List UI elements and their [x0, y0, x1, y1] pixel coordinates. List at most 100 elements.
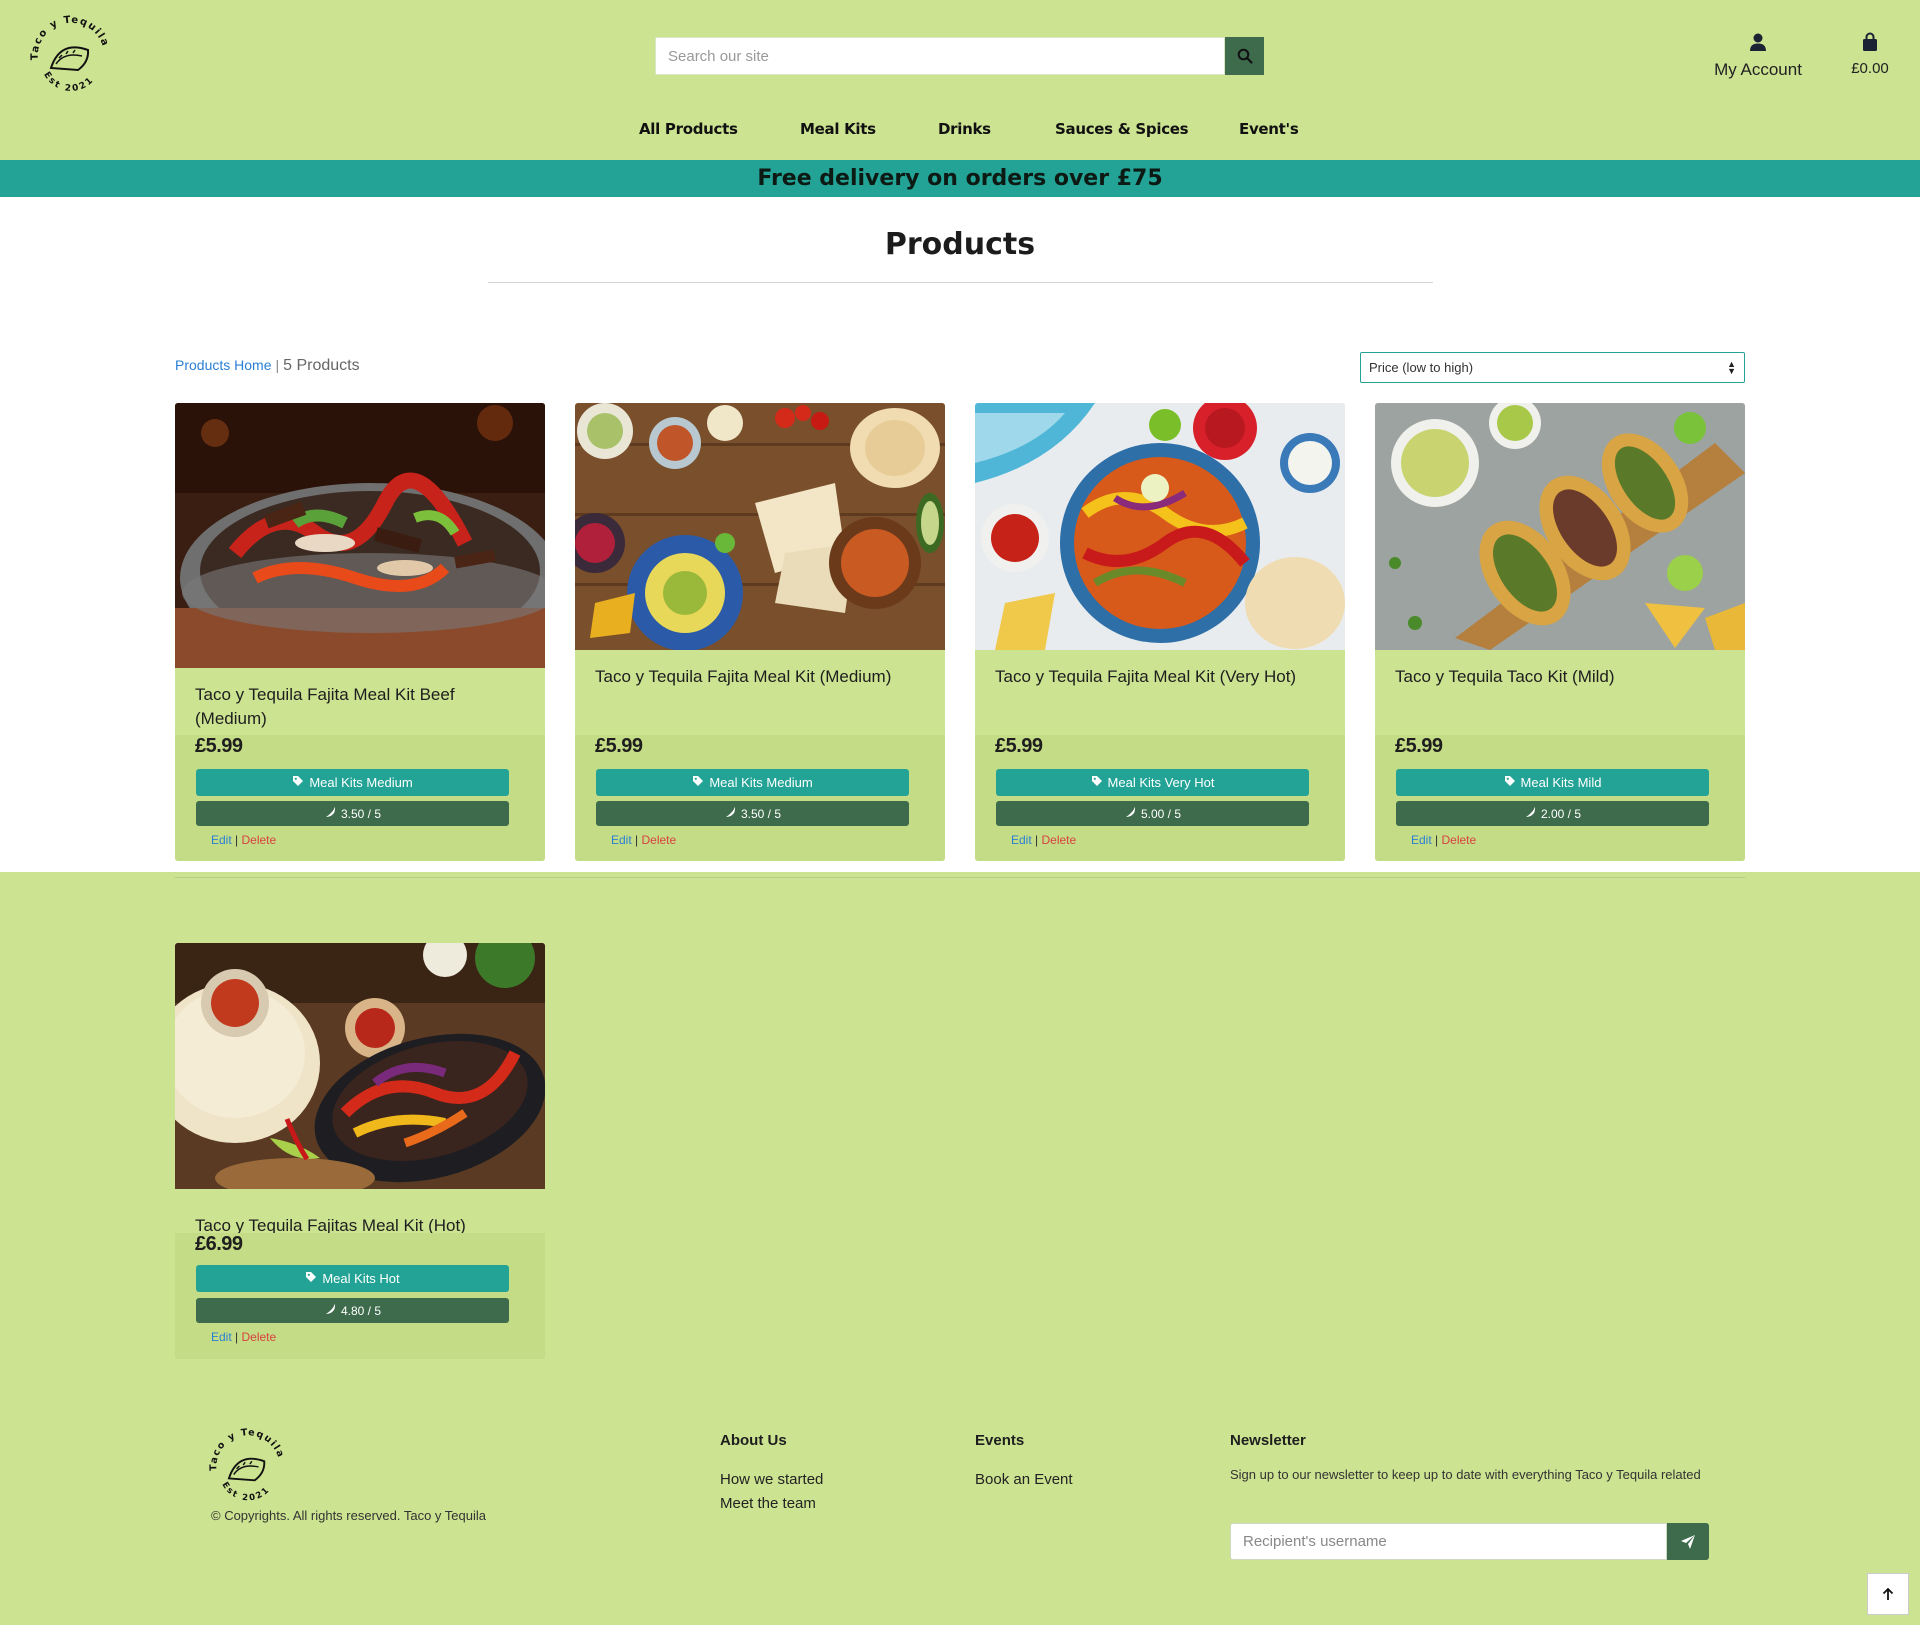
- page-title: Products: [884, 227, 1036, 262]
- category-badge[interactable]: Meal Kits Mild: [1396, 769, 1709, 796]
- delete-link[interactable]: Delete: [1442, 833, 1477, 847]
- copyright-text: © Copyrights. All rights reserved. Taco …: [211, 1508, 487, 1523]
- product-card[interactable]: Taco y Tequila Fajita Meal Kit (Medium) …: [575, 403, 945, 861]
- delete-link[interactable]: Delete: [642, 833, 677, 847]
- product-name[interactable]: Taco y Tequila Fajita Meal Kit Beef (Med…: [195, 683, 525, 731]
- product-count: 5 Products: [283, 357, 360, 374]
- nav-events[interactable]: Event's: [1239, 120, 1299, 138]
- product-image[interactable]: [975, 403, 1345, 650]
- nav-drinks[interactable]: Drinks: [938, 120, 991, 138]
- events-heading: Events: [975, 1432, 1025, 1449]
- product-card[interactable]: Taco y Tequila Fajita Meal Kit Beef (Med…: [175, 403, 545, 861]
- delete-link[interactable]: Delete: [242, 1330, 277, 1344]
- category-badge[interactable]: Meal Kits Hot: [196, 1265, 509, 1292]
- newsletter-submit-button[interactable]: [1667, 1523, 1709, 1560]
- product-image[interactable]: [1375, 403, 1745, 650]
- tag-icon: [305, 1271, 317, 1286]
- edit-link[interactable]: Edit: [211, 833, 232, 847]
- search-button[interactable]: [1225, 37, 1264, 75]
- admin-separator: |: [235, 833, 239, 847]
- cart-link[interactable]: £0.00: [1840, 32, 1900, 77]
- product-card-footer: £5.99 Meal Kits Very Hot 5.00 / 5 Edit |…: [975, 735, 1345, 861]
- cart-total: £0.00: [1851, 60, 1889, 77]
- sort-select[interactable]: Price (low to high) ▲ ▼: [1360, 352, 1745, 383]
- product-image[interactable]: [575, 403, 945, 650]
- paper-plane-icon: [1681, 1534, 1695, 1549]
- admin-separator: |: [635, 833, 639, 847]
- category-label: Meal Kits Mild: [1520, 775, 1602, 790]
- my-account-link[interactable]: My Account: [1700, 32, 1816, 80]
- edit-link[interactable]: Edit: [611, 833, 632, 847]
- site-header: Taco y Tequila Est 2021 My Account £0.00: [0, 0, 1920, 160]
- shopping-bag-icon: [1863, 32, 1877, 51]
- edit-link[interactable]: Edit: [211, 1330, 232, 1344]
- svg-text:Taco y Tequila: Taco y Tequila: [30, 15, 111, 61]
- search-icon: [1237, 48, 1253, 64]
- book-an-event-link[interactable]: Book an Event: [975, 1471, 1073, 1488]
- product-card[interactable]: Taco y Tequila Taco Kit (Mild) £5.99 Mea…: [1375, 403, 1745, 861]
- rating-value: 3.50 / 5: [740, 806, 782, 821]
- product-price: £5.99: [195, 735, 243, 757]
- rating-badge: 5.00 / 5: [996, 801, 1309, 826]
- product-card[interactable]: Taco y Tequila Fajitas Meal Kit (Hot) £6…: [175, 943, 545, 1359]
- sort-arrows-icon: ▲ ▼: [1727, 358, 1736, 376]
- rating-badge: 3.50 / 5: [596, 801, 909, 826]
- svg-text:Est 2021: Est 2021: [220, 1480, 273, 1503]
- product-price: £5.99: [1395, 735, 1443, 757]
- taco-logo[interactable]: Taco y Tequila Est 2021: [26, 12, 116, 98]
- nav-sauces-spices[interactable]: Sauces & Spices: [1055, 120, 1189, 138]
- svg-text:Est 2021: Est 2021: [41, 70, 96, 94]
- products-home-link[interactable]: Products Home: [175, 357, 271, 373]
- rating-value: 2.00 / 5: [1540, 806, 1582, 821]
- logo-text-top: Taco y Tequila: [30, 15, 110, 61]
- delete-link[interactable]: Delete: [1042, 833, 1077, 847]
- category-label: Meal Kits Medium: [709, 775, 813, 790]
- edit-link[interactable]: Edit: [1411, 833, 1432, 847]
- category-badge[interactable]: Meal Kits Very Hot: [996, 769, 1309, 796]
- newsletter-heading: Newsletter: [1230, 1432, 1306, 1449]
- rating-value: 5.00 / 5: [1140, 806, 1182, 821]
- category-badge[interactable]: Meal Kits Medium: [196, 769, 509, 796]
- category-badge[interactable]: Meal Kits Medium: [596, 769, 909, 796]
- product-price: £5.99: [995, 735, 1043, 757]
- logo-text-bottom: Est 2021: [41, 70, 94, 94]
- account-label: My Account: [1714, 60, 1802, 79]
- chili-pepper-icon: [324, 806, 337, 821]
- newsletter-description: Sign up to our newsletter to keep up to …: [1230, 1467, 1701, 1482]
- product-price: £6.99: [195, 1233, 243, 1255]
- product-name[interactable]: Taco y Tequila Fajita Meal Kit (Very Hot…: [995, 665, 1325, 689]
- product-image[interactable]: [175, 403, 545, 668]
- how-we-started-link[interactable]: How we started: [720, 1471, 823, 1488]
- product-card[interactable]: Taco y Tequila Fajita Meal Kit (Very Hot…: [975, 403, 1345, 861]
- tag-icon: [692, 775, 704, 790]
- rating-value: 4.80 / 5: [340, 1303, 382, 1318]
- about-us-heading: About Us: [720, 1432, 787, 1449]
- sort-selected-value: Price (low to high): [1369, 360, 1474, 375]
- admin-links: Edit | Delete: [611, 833, 676, 847]
- search-input[interactable]: [655, 37, 1225, 75]
- chili-pepper-icon: [1524, 806, 1537, 821]
- admin-separator: |: [1435, 833, 1439, 847]
- footer-logo-text-top: Taco y Tequila: [208, 1427, 285, 1471]
- product-image[interactable]: [175, 943, 545, 1189]
- tag-icon: [292, 775, 304, 790]
- footer-logo-text-bottom: Est 2021: [220, 1480, 271, 1503]
- delivery-banner: Free delivery on orders over £75: [0, 160, 1920, 197]
- admin-links: Edit | Delete: [1411, 833, 1476, 847]
- admin-links: Edit | Delete: [1011, 833, 1076, 847]
- admin-links: Edit | Delete: [211, 833, 276, 847]
- nav-meal-kits[interactable]: Meal Kits: [800, 120, 876, 138]
- delete-link[interactable]: Delete: [242, 833, 277, 847]
- back-to-top-button[interactable]: [1867, 1573, 1909, 1615]
- nav-all-products[interactable]: All Products: [639, 120, 738, 138]
- product-name[interactable]: Taco y Tequila Fajita Meal Kit (Medium): [595, 665, 925, 689]
- rating-badge: 2.00 / 5: [1396, 801, 1709, 826]
- product-name[interactable]: Taco y Tequila Taco Kit (Mild): [1395, 665, 1725, 689]
- edit-link[interactable]: Edit: [1011, 833, 1032, 847]
- newsletter-email-input[interactable]: [1230, 1523, 1667, 1560]
- meet-the-team-link[interactable]: Meet the team: [720, 1495, 816, 1512]
- product-card-footer: £6.99 Meal Kits Hot 4.80 / 5 Edit | Dele…: [175, 1233, 545, 1359]
- taco-logo[interactable]: Taco y Tequila Est 2021: [205, 1425, 291, 1507]
- tag-icon: [1091, 775, 1103, 790]
- product-price: £5.99: [595, 735, 643, 757]
